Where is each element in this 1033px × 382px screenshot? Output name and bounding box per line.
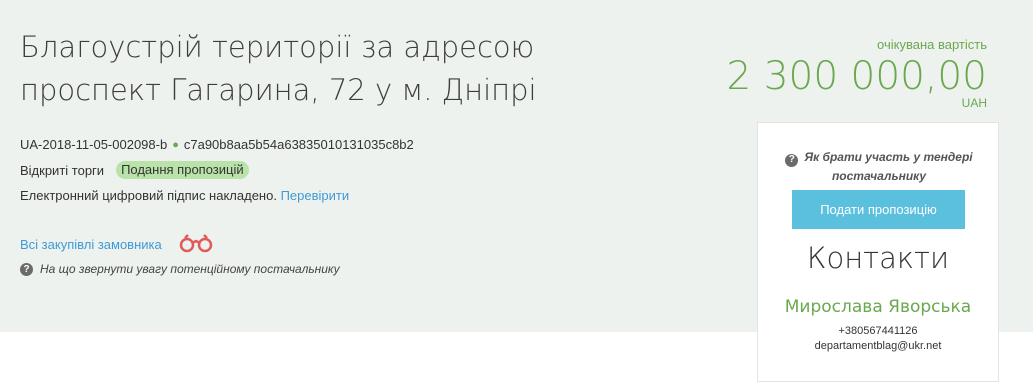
contact-phone: +380567441126 bbox=[838, 325, 918, 337]
tender-hash: c7a90b8aa5b54a63835010131035c8b2 bbox=[183, 137, 414, 152]
separator-dot-icon: ● bbox=[172, 138, 179, 151]
status-badge: Подання пропозицій bbox=[116, 161, 249, 179]
contact-name: Мирослава Яворська bbox=[784, 297, 972, 317]
verify-signature-link[interactable]: Перевірити bbox=[281, 188, 350, 203]
binoculars-icon[interactable] bbox=[178, 233, 214, 256]
all-purchases-link[interactable]: Всі закупівлі замовника bbox=[20, 237, 162, 252]
tender-title: Благоустрій території за адресою проспек… bbox=[20, 26, 580, 112]
expected-value-currency: UAH bbox=[961, 96, 987, 110]
expected-value-label: очікувана вартість bbox=[877, 37, 987, 52]
supplier-warning-text: На що звернути увагу потенційному постач… bbox=[40, 262, 340, 276]
submit-proposal-button[interactable]: Подати пропозицію bbox=[792, 190, 965, 229]
signature-text: Електронний цифровий підпис накладено. bbox=[20, 188, 277, 203]
supplier-warning-row[interactable]: ? На що звернути увагу потенційному пост… bbox=[20, 262, 340, 276]
expected-value-amount: 2 300 000,00 bbox=[726, 54, 987, 99]
procedure-type: Відкриті торги bbox=[20, 162, 105, 178]
participation-card: ? Як брати участь у тендері постачальнику… bbox=[757, 122, 999, 382]
tender-title-line2: проспект Гагарина, 72 у м. Дніпрі bbox=[20, 73, 537, 107]
how-to-participate-text: Як брати участь у тендері постачальнику bbox=[804, 150, 973, 183]
question-circle-icon: ? bbox=[20, 262, 33, 276]
contacts-title: Контакти bbox=[806, 241, 950, 275]
tender-id: UA-2018-11-05-002098-b bbox=[20, 137, 168, 152]
tender-title-line1: Благоустрій території за адресою bbox=[20, 30, 535, 64]
how-to-participate-link[interactable]: ? Як брати участь у тендері постачальнику bbox=[768, 148, 990, 185]
contact-email: departamentblag@ukr.net bbox=[814, 340, 942, 352]
procedure-row: Відкриті торги Подання пропозицій bbox=[20, 161, 249, 179]
question-circle-icon: ? bbox=[785, 153, 799, 167]
all-purchases-row: Всі закупівлі замовника bbox=[20, 233, 214, 256]
signature-row: Електронний цифровий підпис накладено. П… bbox=[20, 188, 349, 203]
tender-id-row: UA-2018-11-05-002098-b ● c7a90b8aa5b54a6… bbox=[20, 137, 414, 152]
